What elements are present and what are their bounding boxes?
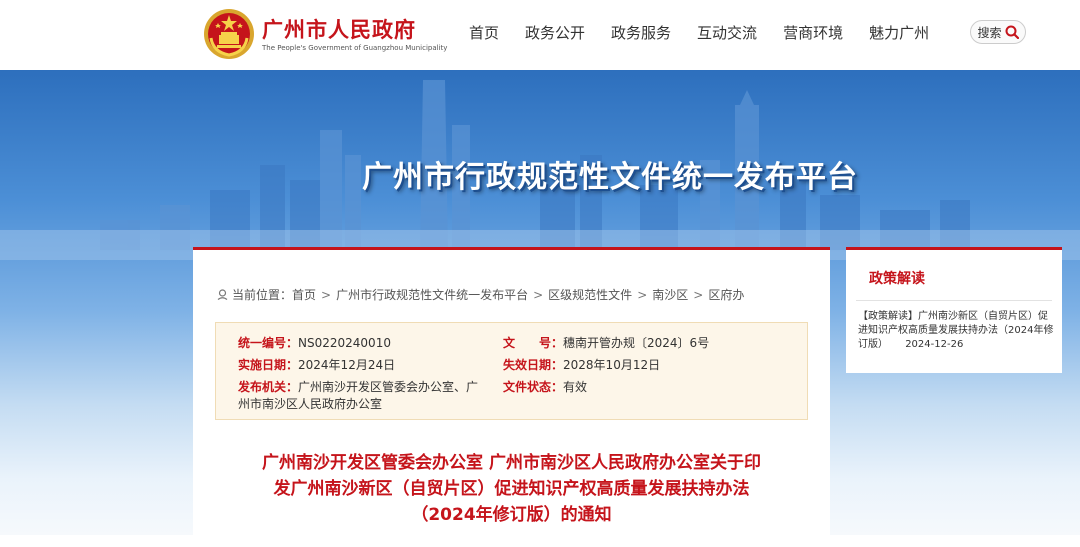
nav-item-business[interactable]: 营商环境	[783, 22, 843, 43]
location-pin-icon	[217, 289, 228, 300]
main-nav: 首页 政务公开 政务服务 互动交流 营商环境 魅力广州	[456, 0, 942, 64]
nav-item-gov-services[interactable]: 政务服务	[611, 22, 671, 43]
status-label: 文件状态：	[503, 380, 564, 394]
serial-label: 统一编号：	[238, 336, 299, 350]
site-subtitle: The People's Government of Guangzhou Mun…	[262, 44, 448, 52]
effective-date-value: 2024年12月24日	[298, 358, 396, 372]
policy-interpretation-panel: 政策解读 【政策解读】广州南沙新区（自贸片区）促进知识产权高质量发展扶持办法（2…	[846, 247, 1062, 373]
document-title-line-3: （2024年修订版）的通知	[411, 505, 612, 525]
nav-item-gov-affairs[interactable]: 政务公开	[525, 22, 585, 43]
site-title[interactable]: 广州市人民政府	[262, 14, 416, 44]
document-title-line-2: 发广州南沙新区（自贸片区）促进知识产权高质量发展扶持办法	[273, 479, 750, 499]
breadcrumb-separator: >	[693, 287, 704, 302]
national-emblem-icon[interactable]	[203, 8, 255, 60]
document-title-line-1: 广州南沙开发区管委会办公室 广州市南沙区人民政府办公室关于印	[262, 453, 761, 473]
status-row: 文件状态：有效	[503, 379, 587, 396]
policy-interpretation-date: 2024-12-26	[905, 339, 964, 350]
breadcrumb-home[interactable]: 首页	[292, 286, 316, 303]
breadcrumb-nansha[interactable]: 南沙区	[652, 286, 688, 303]
search-button[interactable]: 搜索	[970, 20, 1026, 44]
doc-number-row: 文 号：穗南开管办规〔2024〕6号	[503, 335, 709, 352]
breadcrumb-separator: >	[321, 287, 332, 302]
breadcrumb-prefix: 当前位置：	[232, 288, 293, 302]
breadcrumb-district-office[interactable]: 区府办	[708, 286, 744, 303]
issuer-row: 发布机关：广州南沙开发区管委会办公室、广州市南沙区人民政府办公室	[238, 379, 490, 413]
expiry-date-label: 失效日期：	[503, 358, 564, 372]
doc-number-label: 文 号：	[503, 336, 564, 350]
policy-interpretation-title: 政策解读	[869, 271, 925, 287]
issuer-label: 发布机关：	[238, 380, 299, 394]
doc-number-value: 穗南开管办规〔2024〕6号	[563, 336, 710, 350]
document-title: 广州南沙开发区管委会办公室 广州市南沙区人民政府办公室关于印 发广州南沙新区（自…	[215, 450, 808, 528]
serial-value: NS0220240010	[298, 336, 391, 350]
serial-row: 统一编号：NS0220240010	[238, 335, 391, 352]
effective-date-row: 实施日期：2024年12月24日	[238, 357, 395, 374]
nav-item-interaction[interactable]: 互动交流	[697, 22, 757, 43]
policy-interpretation-link[interactable]: 【政策解读】广州南沙新区（自贸片区）促进知识产权高质量发展扶持办法（2024年修…	[858, 310, 1054, 352]
effective-date-label: 实施日期：	[238, 358, 299, 372]
banner-title: 广州市行政规范性文件统一发布平台	[362, 160, 858, 195]
breadcrumb-separator: >	[637, 287, 648, 302]
status-value: 有效	[563, 380, 588, 394]
site-header: 广州市人民政府 The People's Government of Guang…	[0, 0, 1080, 70]
document-panel: 当前位置： 首页 > 广州市行政规范性文件统一发布平台 > 区级规范性文件 > …	[193, 247, 830, 547]
expiry-date-row: 失效日期：2028年10月12日	[503, 357, 660, 374]
document-info-box: 统一编号：NS0220240010 文 号：穗南开管办规〔2024〕6号 实施日…	[215, 322, 808, 420]
breadcrumb: 当前位置： 首页 > 广州市行政规范性文件统一发布平台 > 区级规范性文件 > …	[217, 286, 744, 303]
breadcrumb-district-docs[interactable]: 区级规范性文件	[548, 286, 632, 303]
magnifier-icon	[1005, 25, 1019, 39]
side-divider	[856, 300, 1052, 301]
nav-item-charm-guangzhou[interactable]: 魅力广州	[869, 22, 929, 43]
search-label: 搜索	[977, 25, 1002, 40]
breadcrumb-platform[interactable]: 广州市行政规范性文件统一发布平台	[336, 286, 528, 303]
nav-item-home[interactable]: 首页	[469, 22, 499, 43]
expiry-date-value: 2028年10月12日	[563, 358, 661, 372]
breadcrumb-separator: >	[533, 287, 544, 302]
